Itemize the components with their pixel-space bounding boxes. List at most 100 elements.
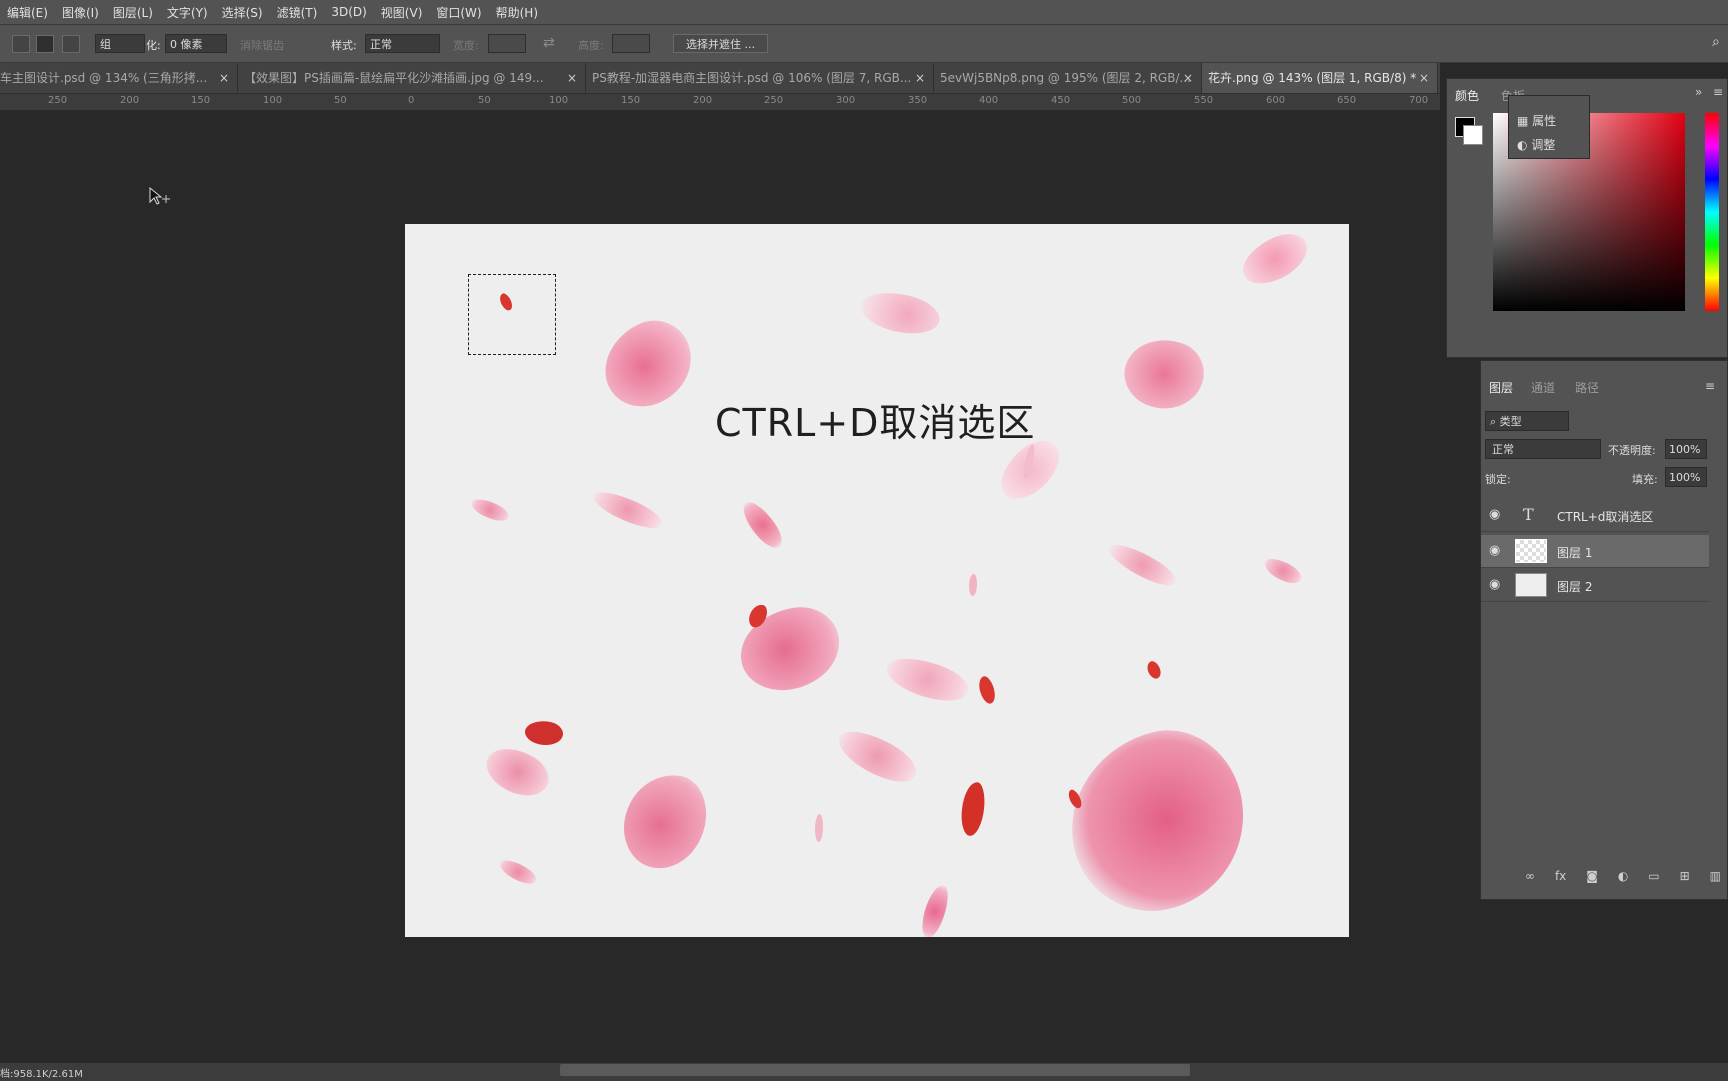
document-tab[interactable]: PS教程-加湿器电商主图设计.psd @ 106% (图层 7, RGB... × [586,63,934,93]
horizontal-ruler: 250 200 150 100 50 0 50 100 150 200 250 … [0,94,1440,111]
fx-icon[interactable]: fx [1555,869,1566,885]
blend-mode-select[interactable]: 正常 [1485,439,1601,459]
tab-channels[interactable]: 通道 [1531,379,1555,396]
menu-filter[interactable]: 滤镜(T) [270,4,325,21]
petal-image [468,494,512,526]
petal-image [856,284,944,342]
subtract-selection-button[interactable] [62,35,80,53]
close-icon[interactable]: × [915,63,925,93]
layer-name: 图层 2 [1557,580,1593,594]
close-icon[interactable]: × [1419,63,1429,93]
layer-filter-select[interactable]: ⌕ 类型 [1485,411,1569,431]
select-and-mask-button[interactable]: 选择并遮住 ... [673,34,768,53]
menu-window[interactable]: 窗口(W) [429,4,488,21]
feather-label: 化: [146,39,161,52]
add-selection-button[interactable] [36,35,54,53]
layer-row-1[interactable]: ◉ 图层 1 [1481,535,1709,568]
feather-input[interactable]: 0 像素 [165,34,227,53]
search-icon: ⌕ [1490,415,1497,428]
style-select[interactable]: 正常 [365,34,440,53]
document-tab[interactable]: 5evWj5BNp8.png @ 195% (图层 2, RGB/... × [934,63,1202,93]
style-label: 样式: [331,39,357,52]
flyout-item-properties[interactable]: ▦ 属性 [1517,112,1556,129]
menu-type[interactable]: 文字(Y) [160,4,215,21]
tab-color[interactable]: 颜色 [1455,87,1479,104]
menu-edit[interactable]: 编辑(E) [0,4,55,21]
document-tab-bar: 车主图设计.psd @ 134% (三角形拷... × 【效果图】PS插画篇-鼠绘… [0,63,1440,94]
link-icon[interactable]: ∞ [1525,869,1535,885]
search-icon[interactable]: ⌕ [1712,34,1720,50]
height-input[interactable] [612,34,650,53]
properties-flyout: ▦ 属性 ◐ 调整 [1508,95,1590,159]
close-icon[interactable]: × [567,63,577,93]
horizontal-scrollbar[interactable] [560,1064,1190,1076]
panel-menu-icon[interactable]: ≡ [1713,85,1723,99]
document-canvas[interactable]: CTRL+D取消选区 [405,224,1349,937]
petal-image [737,496,788,554]
petal-image [1104,536,1181,594]
petal-image [523,717,565,749]
properties-icon: ▦ [1517,114,1529,128]
mode-select[interactable]: 组 [95,34,145,53]
menu-3d[interactable]: 3D(D) [324,5,373,19]
width-label: 宽度: [453,39,479,52]
petal-image [959,781,987,837]
menu-help[interactable]: 帮助(H) [489,4,545,21]
hue-slider[interactable] [1705,113,1719,311]
layer-row-text[interactable]: ◉ T CTRL+d取消选区 [1481,499,1709,532]
menu-select[interactable]: 选择(S) [215,4,270,21]
eye-icon[interactable]: ◉ [1489,543,1500,558]
new-layer-icon[interactable]: ⊞ [1680,869,1690,885]
petal-image [831,720,924,793]
menu-layer[interactable]: 图层(L) [106,4,160,21]
document-tab-active[interactable]: 花卉.png @ 143% (图层 1, RGB/8) * × [1202,63,1438,93]
options-bar: 组 化: 0 像素 消除锯齿 样式: 正常 宽度: ⇄ 高度: 选择并遮住 ..… [0,25,1728,63]
fill-input[interactable]: 100% [1665,467,1707,487]
selection-marquee[interactable] [468,274,556,355]
close-icon[interactable]: × [219,63,229,93]
canvas-text-layer: CTRL+D取消选区 [715,401,1036,445]
eye-icon[interactable]: ◉ [1489,507,1500,522]
layer-thumbnail [1515,539,1547,563]
width-input[interactable] [488,34,526,53]
color-panel: 颜色 色板 » ≡ ▦ 属性 ◐ 调整 [1446,78,1728,358]
background-color-swatch[interactable] [1463,125,1483,145]
close-icon[interactable]: × [1183,63,1193,93]
panel-collapse-icon[interactable]: » [1695,85,1702,99]
petal-image [969,574,977,596]
petal-image [1115,327,1213,421]
move-cursor-icon [148,186,172,213]
tab-paths[interactable]: 路径 [1575,379,1599,396]
petal-image [1234,226,1316,292]
new-selection-button[interactable] [12,35,30,53]
document-tab[interactable]: 车主图设计.psd @ 134% (三角形拷... × [0,63,238,93]
menu-image[interactable]: 图像(I) [55,4,106,21]
layer-name: CTRL+d取消选区 [1557,510,1654,524]
petal-image [975,674,999,706]
petal-image [478,737,557,807]
petal-image [881,648,974,711]
document-tab[interactable]: 【效果图】PS插画篇-鼠绘扁平化沙滩插画.jpg @ 149... × [238,63,586,93]
text-layer-icon: T [1523,505,1534,524]
layers-footer-toolbar: ∞ fx ◙ ◐ ▭ ⊞ ▥ [1525,869,1721,885]
trash-icon[interactable]: ▥ [1710,869,1721,885]
layer-name: 图层 1 [1557,546,1593,560]
layers-panel: 图层 通道 路径 ≡ ⌕ 类型 正常 不透明度: 100% 锁定: 填充: 10… [1480,360,1728,900]
eye-icon[interactable]: ◉ [1489,577,1500,592]
mask-icon[interactable]: ◙ [1586,869,1598,885]
menu-bar: 编辑(E) 图像(I) 图层(L) 文字(Y) 选择(S) 滤镜(T) 3D(D… [0,0,1728,25]
flyout-item-adjustments[interactable]: ◐ 调整 [1517,136,1555,153]
tab-layers[interactable]: 图层 [1489,379,1513,396]
petal-image [617,767,713,876]
petal-image [918,882,952,937]
opacity-input[interactable]: 100% [1665,439,1707,459]
adjustment-layer-icon[interactable]: ◐ [1618,869,1628,885]
petal-image [1261,553,1305,589]
layer-row-2[interactable]: ◉ 图层 2 [1481,569,1709,602]
menu-view[interactable]: 视图(V) [374,4,430,21]
folder-icon[interactable]: ▭ [1648,869,1659,885]
panel-menu-icon[interactable]: ≡ [1705,379,1715,393]
swap-icon[interactable]: ⇄ [543,35,555,51]
lock-label: 锁定: [1485,473,1511,486]
antialias-checkbox[interactable]: 消除锯齿 [240,37,284,53]
